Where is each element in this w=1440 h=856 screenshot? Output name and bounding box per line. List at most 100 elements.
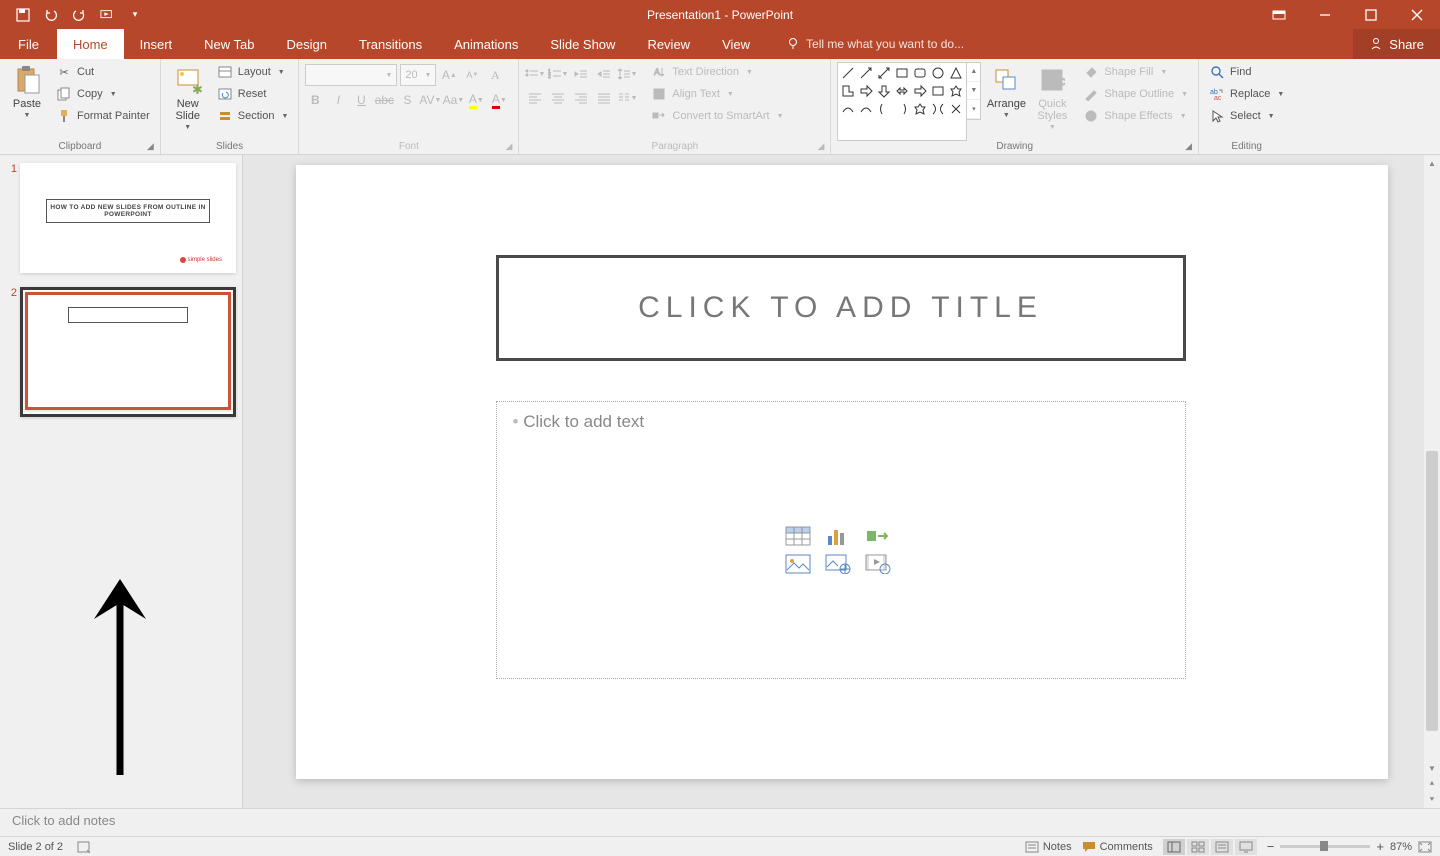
font-size-combo[interactable]: 20▼	[400, 64, 436, 86]
title-placeholder[interactable]: CLICK TO ADD TITLE	[496, 255, 1186, 361]
qat-more-icon[interactable]: ▾	[128, 8, 142, 22]
reading-view-icon[interactable]	[1211, 839, 1233, 855]
dialog-launcher-icon[interactable]: ◢	[1185, 141, 1192, 152]
bullets-button[interactable]: ▼	[525, 64, 545, 84]
window-controls	[1256, 0, 1440, 29]
align-left-icon[interactable]	[525, 88, 545, 108]
font-color-icon[interactable]: A▼	[489, 90, 509, 110]
shapes-gallery[interactable]	[837, 62, 967, 141]
tab-file[interactable]: File	[0, 29, 57, 59]
zoom-in-icon[interactable]: +	[1376, 839, 1384, 854]
text-direction-button[interactable]: AText Direction▼	[647, 62, 787, 82]
tab-review[interactable]: Review	[631, 29, 706, 59]
insert-online-picture-icon[interactable]	[824, 553, 852, 575]
minimize-button[interactable]	[1302, 0, 1348, 29]
tab-slideshow[interactable]: Slide Show	[534, 29, 631, 59]
strikethrough-button[interactable]: abc	[374, 90, 394, 110]
shape-effects-button[interactable]: Shape Effects▼	[1079, 106, 1192, 126]
fit-to-window-icon[interactable]	[1418, 841, 1432, 853]
quick-styles-button[interactable]: Abc Quick Styles▼	[1031, 62, 1073, 141]
change-case-button[interactable]: Aa▼	[443, 90, 463, 110]
share-button[interactable]: Share	[1353, 29, 1440, 59]
maximize-button[interactable]	[1348, 0, 1394, 29]
replace-button[interactable]: abacReplace▼	[1205, 84, 1288, 104]
insert-picture-icon[interactable]	[784, 553, 812, 575]
format-painter-button[interactable]: Format Painter	[52, 106, 154, 126]
font-family-combo[interactable]: ▼	[305, 64, 397, 86]
ribbon-display-icon[interactable]	[1256, 0, 1302, 29]
zoom-out-icon[interactable]: −	[1267, 839, 1275, 854]
thumbnail-2[interactable]: 2	[6, 287, 236, 417]
sorter-view-icon[interactable]	[1187, 839, 1209, 855]
slideshow-view-icon[interactable]	[1235, 839, 1257, 855]
arrange-button[interactable]: Arrange▼	[985, 62, 1027, 141]
bold-button[interactable]: B	[305, 90, 325, 110]
shape-outline-button[interactable]: Shape Outline▼	[1079, 84, 1192, 104]
increase-indent-icon[interactable]	[594, 64, 614, 84]
paste-button[interactable]: Paste ▼	[6, 62, 48, 141]
shadow-button[interactable]: S	[397, 90, 417, 110]
decrease-indent-icon[interactable]	[571, 64, 591, 84]
shrink-font-icon[interactable]: A▼	[462, 65, 482, 85]
italic-button[interactable]: I	[328, 90, 348, 110]
grow-font-icon[interactable]: A▲	[439, 65, 459, 85]
zoom-slider[interactable]	[1280, 845, 1370, 848]
columns-icon[interactable]: ▼	[617, 88, 637, 108]
notes-toggle[interactable]: Notes	[1025, 841, 1072, 853]
prev-slide-icon[interactable]: ⯅	[1424, 776, 1440, 792]
char-spacing-button[interactable]: AV▼	[420, 90, 440, 110]
justify-icon[interactable]	[594, 88, 614, 108]
insert-chart-icon[interactable]	[824, 525, 852, 547]
scroll-down-icon[interactable]: ▼	[1424, 760, 1440, 776]
find-button[interactable]: Find	[1205, 62, 1288, 82]
start-from-beginning-icon[interactable]	[100, 8, 114, 22]
gallery-scroll[interactable]: ▲▼▾	[967, 62, 981, 120]
dialog-launcher-icon[interactable]: ◢	[147, 141, 154, 152]
comments-toggle[interactable]: Comments	[1082, 841, 1153, 853]
redo-icon[interactable]	[72, 8, 86, 22]
insert-smartart-icon[interactable]	[864, 525, 892, 547]
layout-button[interactable]: Layout▼	[213, 62, 293, 82]
dialog-launcher-icon[interactable]: ◢	[505, 141, 512, 152]
tab-insert[interactable]: Insert	[124, 29, 189, 59]
content-placeholder[interactable]: Click to add text	[496, 401, 1186, 679]
tab-home[interactable]: Home	[57, 29, 124, 59]
close-button[interactable]	[1394, 0, 1440, 29]
align-text-button[interactable]: Align Text▼	[647, 84, 787, 104]
next-slide-icon[interactable]: ⯆	[1424, 792, 1440, 808]
undo-icon[interactable]	[44, 8, 58, 22]
align-right-icon[interactable]	[571, 88, 591, 108]
tab-view[interactable]: View	[706, 29, 766, 59]
cut-button[interactable]: ✂Cut	[52, 62, 154, 82]
smartart-button[interactable]: Convert to SmartArt▼	[647, 106, 787, 126]
save-icon[interactable]	[16, 8, 30, 22]
spellcheck-icon[interactable]	[77, 840, 93, 854]
section-button[interactable]: Section▼	[213, 106, 293, 126]
tab-transitions[interactable]: Transitions	[343, 29, 438, 59]
scroll-up-icon[interactable]: ▲	[1424, 155, 1440, 171]
zoom-percent[interactable]: 87%	[1390, 841, 1412, 853]
insert-table-icon[interactable]	[784, 525, 812, 547]
slide-canvas[interactable]: CLICK TO ADD TITLE Click to add text	[296, 165, 1388, 779]
notes-pane[interactable]: Click to add notes	[0, 808, 1440, 836]
tell-me-search[interactable]: Tell me what you want to do...	[766, 29, 964, 59]
line-spacing-icon[interactable]: ▼	[617, 64, 637, 84]
copy-button[interactable]: Copy▼	[52, 84, 154, 104]
clear-formatting-icon[interactable]: A	[485, 65, 505, 85]
tab-newtab[interactable]: New Tab	[188, 29, 270, 59]
tab-animations[interactable]: Animations	[438, 29, 534, 59]
tab-design[interactable]: Design	[271, 29, 343, 59]
thumbnail-1[interactable]: 1 HOW TO ADD NEW SLIDES FROM OUTLINE IN …	[6, 163, 236, 273]
numbering-button[interactable]: 12▼	[548, 64, 568, 84]
normal-view-icon[interactable]	[1163, 839, 1185, 855]
align-center-icon[interactable]	[548, 88, 568, 108]
underline-button[interactable]: U	[351, 90, 371, 110]
insert-video-icon[interactable]	[864, 553, 892, 575]
shape-fill-button[interactable]: Shape Fill▼	[1079, 62, 1192, 82]
vertical-scrollbar[interactable]: ▲ ▼ ⯅ ⯆	[1424, 155, 1440, 808]
reset-button[interactable]: Reset	[213, 84, 293, 104]
select-button[interactable]: Select▼	[1205, 106, 1288, 126]
dialog-launcher-icon[interactable]: ◢	[817, 141, 824, 152]
font-color-highlight-icon[interactable]: A▼	[466, 90, 486, 110]
new-slide-button[interactable]: ✱ New Slide ▼	[167, 62, 209, 141]
